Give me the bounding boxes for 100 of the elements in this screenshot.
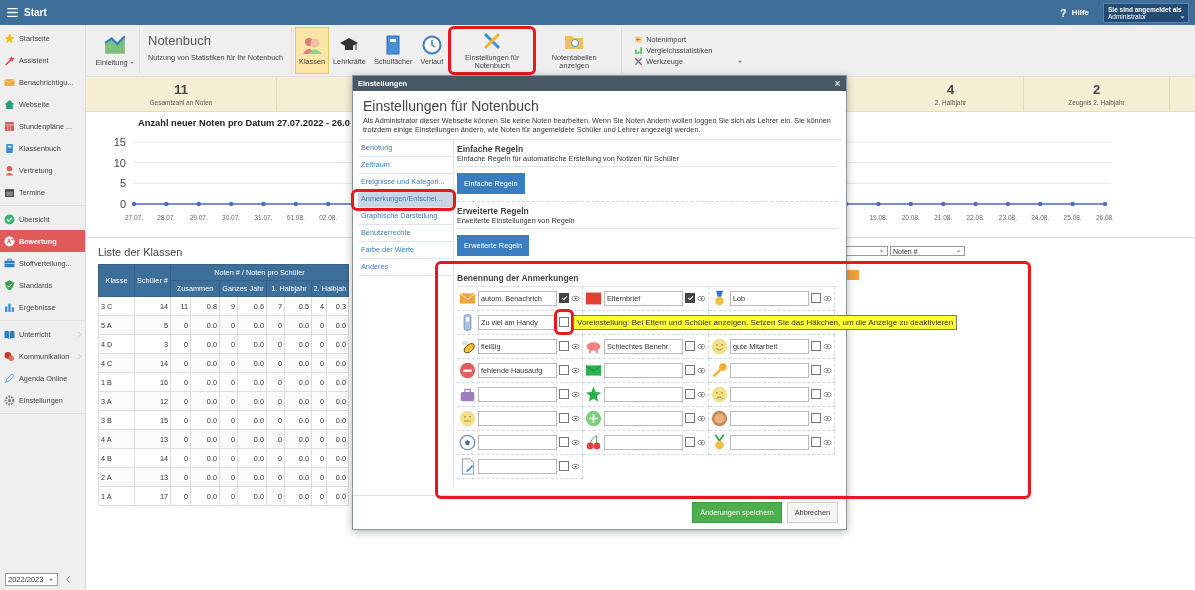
stat-value: 4 xyxy=(946,82,955,97)
checkbox[interactable] xyxy=(559,389,569,400)
bar-chart-icon xyxy=(634,46,644,55)
checkbox[interactable] xyxy=(559,317,569,328)
pen-icon xyxy=(4,372,15,384)
checkbox[interactable] xyxy=(559,437,569,448)
caret-icon xyxy=(878,247,885,255)
caret-icon xyxy=(955,247,962,255)
help-glyph[interactable]: ? xyxy=(1059,6,1067,19)
checkbox[interactable] xyxy=(811,389,821,400)
section-heading: Benennung der Anmerkungen xyxy=(457,272,838,287)
annotation-name-field[interactable] xyxy=(478,410,557,426)
eye-icon xyxy=(823,293,832,303)
data-point xyxy=(164,201,169,207)
annotation-name-field[interactable] xyxy=(730,362,809,378)
area-chart-icon xyxy=(104,33,126,56)
data-point xyxy=(196,201,201,207)
checkbox[interactable] xyxy=(559,293,569,304)
chart-title: Anzahl neuer Noten pro Datum 27.07.2022 - 26.0 xyxy=(138,118,350,128)
section-heading: Einfache Regeln xyxy=(457,143,525,154)
chevron-right-icon xyxy=(76,352,83,360)
annotation-name-field[interactable] xyxy=(478,386,557,402)
chat-icon xyxy=(4,350,15,362)
checkbox[interactable] xyxy=(685,341,695,352)
menu-icon[interactable] xyxy=(6,6,19,19)
bar-chart-icon xyxy=(4,301,15,313)
eye-icon xyxy=(697,389,706,399)
document-icon xyxy=(459,457,476,475)
data-point xyxy=(908,201,913,207)
calendar-icon xyxy=(4,186,15,198)
checkbox[interactable] xyxy=(811,413,821,424)
annotation-name-field[interactable] xyxy=(478,434,557,450)
checkbox[interactable] xyxy=(811,293,821,304)
eye-icon xyxy=(823,389,832,399)
key-icon xyxy=(711,361,728,379)
eye-icon xyxy=(823,341,832,351)
annotation-name-field[interactable] xyxy=(604,362,683,378)
grade-icon xyxy=(4,235,15,247)
checkbox[interactable] xyxy=(685,437,695,448)
annotation-name-field[interactable] xyxy=(478,458,557,474)
section-heading: Erweiterte Regeln xyxy=(457,205,530,216)
plus-circle-icon xyxy=(585,409,602,427)
checkbox[interactable] xyxy=(811,365,821,376)
checkbox[interactable] xyxy=(685,389,695,400)
checkbox[interactable] xyxy=(559,461,569,472)
axis-label: 15 xyxy=(113,136,126,148)
neutral-face-icon xyxy=(459,409,476,427)
checkbox[interactable] xyxy=(559,341,569,352)
caret-icon xyxy=(1179,13,1186,21)
eye-icon xyxy=(571,389,580,399)
annotation-name-field[interactable] xyxy=(730,434,809,450)
star-icon xyxy=(4,32,15,44)
stat-value: 11 xyxy=(174,82,188,97)
annotation-name-field[interactable] xyxy=(604,386,683,402)
eye-icon xyxy=(823,413,832,423)
section-title: Liste der Klassen xyxy=(98,246,184,258)
caret-icon xyxy=(128,60,135,66)
close-icon xyxy=(834,80,841,87)
smiley-icon xyxy=(711,337,728,355)
coin-icon xyxy=(711,409,728,427)
eye-icon xyxy=(571,461,580,471)
person-icon xyxy=(4,164,15,176)
eye-icon xyxy=(697,341,706,351)
house-icon xyxy=(4,98,15,110)
checkbox[interactable] xyxy=(811,437,821,448)
data-point xyxy=(940,201,946,207)
clock-icon xyxy=(421,34,442,55)
axis-label: 5 xyxy=(119,177,126,190)
data-point xyxy=(973,201,978,207)
tooltip: Voreinstellung: Bei Eltern und Schüler anzeigen. Setzen Sie das Häkchen, um die Anzeige zu deaktivieren xyxy=(573,314,958,330)
eye-icon xyxy=(823,365,832,375)
data-point xyxy=(1070,201,1075,207)
eye-icon xyxy=(571,437,580,447)
annotation-name-field[interactable] xyxy=(604,410,683,426)
stat-value: 2 xyxy=(1092,82,1101,97)
sad-face-icon xyxy=(711,385,728,403)
no-entry-icon xyxy=(459,361,476,379)
checkbox[interactable] xyxy=(811,341,821,352)
briefcase-icon xyxy=(4,257,15,269)
data-point xyxy=(326,201,331,207)
checkbox[interactable] xyxy=(559,365,569,376)
pencil-ruler-icon xyxy=(482,30,503,51)
checkbox[interactable] xyxy=(685,365,695,376)
envelope-icon xyxy=(4,76,15,88)
checkbox[interactable] xyxy=(559,413,569,424)
annotation-name-field[interactable] xyxy=(730,410,809,426)
data-point xyxy=(876,201,881,207)
annotation-name-field[interactable] xyxy=(604,434,683,450)
annotation-name-field[interactable] xyxy=(730,386,809,402)
chevron-right-icon xyxy=(76,330,83,338)
checkbox[interactable] xyxy=(685,413,695,424)
help-link[interactable]: Hilfe xyxy=(1071,8,1089,17)
eye-icon xyxy=(823,437,832,447)
eye-icon xyxy=(571,293,580,303)
dialog-title: Einstellungen für Notenbuch xyxy=(362,97,540,116)
checkbox[interactable] xyxy=(685,293,695,304)
gear-icon xyxy=(4,394,15,406)
close-button[interactable] xyxy=(834,80,841,87)
eye-icon xyxy=(697,293,706,303)
eye-icon xyxy=(697,413,706,423)
